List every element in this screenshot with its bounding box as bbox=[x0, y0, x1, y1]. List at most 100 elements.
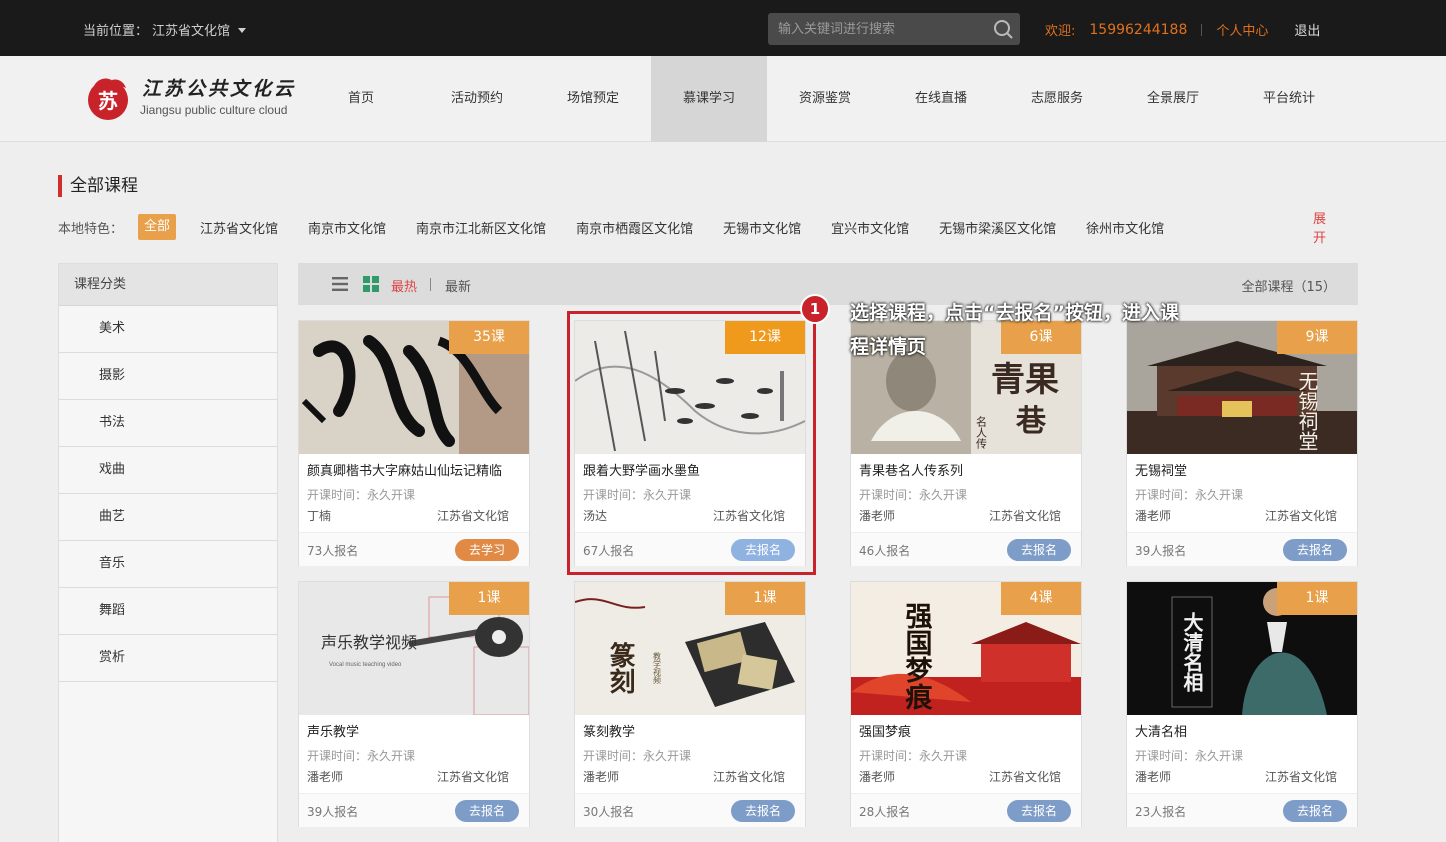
nav-item-home[interactable]: 首页 bbox=[303, 56, 419, 142]
nav-item-panorama[interactable]: 全景展厅 bbox=[1115, 56, 1231, 142]
course-title[interactable]: 青果巷名人传系列 bbox=[859, 460, 1075, 479]
card-footer: 30人报名 去报名 bbox=[575, 793, 805, 827]
location-selector[interactable]: 当前位置： 江苏省文化馆 bbox=[83, 20, 247, 39]
svg-text:大清名相: 大清名相 bbox=[1180, 612, 1204, 693]
user-phone: 15996244188 bbox=[1089, 21, 1188, 38]
course-title[interactable]: 篆刻教学 bbox=[583, 721, 799, 740]
enroll-button[interactable]: 去报名 bbox=[731, 800, 795, 822]
course-time: 开课时间：永久开课 bbox=[307, 488, 416, 502]
course-thumbnail[interactable]: 强国梦痕 4课 bbox=[851, 582, 1081, 715]
course-title[interactable]: 颜真卿楷书大字麻姑山仙坛记精临 bbox=[307, 460, 523, 479]
course-teacher: 潘老师 bbox=[1135, 770, 1172, 784]
svg-text:教学视频: 教学视频 bbox=[653, 651, 662, 685]
personal-center-link[interactable]: 个人中心 bbox=[1216, 20, 1268, 39]
search-icon[interactable] bbox=[992, 18, 1014, 40]
course-card[interactable]: 35课 颜真卿楷书大字麻姑山仙坛记精临 开课时间：永久开课 丁楠 江苏省文化馆 … bbox=[298, 320, 530, 566]
enroll-button[interactable]: 去报名 bbox=[455, 800, 519, 822]
enroll-button[interactable]: 去报名 bbox=[1007, 539, 1071, 561]
course-venue: 江苏省文化馆 bbox=[712, 770, 785, 784]
course-title[interactable]: 大清名相 bbox=[1135, 721, 1351, 740]
nav-item-live[interactable]: 在线直播 bbox=[883, 56, 999, 142]
course-time: 开课时间：永久开课 bbox=[859, 488, 968, 502]
svg-text:Vocal music teaching video: Vocal music teaching video bbox=[329, 662, 402, 668]
filter-option[interactable]: 无锡市文化馆 bbox=[723, 218, 801, 237]
sidebar-item-appreciation[interactable]: 赏析 bbox=[59, 635, 277, 682]
course-title[interactable]: 强国梦痕 bbox=[859, 721, 1075, 740]
course-thumbnail[interactable]: 声乐教学视频 Vocal music teaching video 1课 bbox=[299, 582, 529, 715]
course-time: 开课时间：永久开课 bbox=[1135, 488, 1244, 502]
search-input[interactable] bbox=[778, 19, 978, 39]
sort-new[interactable]: 最新 bbox=[445, 276, 471, 295]
filter-option[interactable]: 宜兴市文化馆 bbox=[831, 218, 909, 237]
course-card[interactable]: 强国梦痕 4课 强国梦痕 开课时间：永久开课 潘老师 江苏省文化馆 28人报名 … bbox=[850, 581, 1082, 827]
nav-item-venue[interactable]: 场馆预定 bbox=[535, 56, 651, 142]
course-card[interactable]: 声乐教学视频 Vocal music teaching video 1课 声乐教… bbox=[298, 581, 530, 827]
enroll-button[interactable]: 去报名 bbox=[1007, 800, 1071, 822]
svg-text:巷: 巷 bbox=[1015, 404, 1047, 439]
card-footer: 46人报名 去报名 bbox=[851, 532, 1081, 566]
nav-item-volunteer[interactable]: 志愿服务 bbox=[999, 56, 1115, 142]
enroll-count: 28人报名 bbox=[859, 805, 911, 819]
sidebar-item-art[interactable]: 美术 bbox=[59, 306, 277, 353]
course-card[interactable]: 篆刻 教学视频 1课 篆刻教学 开课时间：永久开课 潘老师 江苏省文化馆 30人… bbox=[574, 581, 806, 827]
course-card[interactable]: 大清名相 1课 大清名相 开课时间：永久开课 潘老师 江苏省文化馆 23人报名 … bbox=[1126, 581, 1358, 827]
location-label: 当前位置： bbox=[83, 24, 149, 39]
filter-option[interactable]: 南京市文化馆 bbox=[308, 218, 386, 237]
sidebar-item-photo[interactable]: 摄影 bbox=[59, 353, 277, 400]
nav-item-activity[interactable]: 活动预约 bbox=[419, 56, 535, 142]
card-footer: 39人报名 去报名 bbox=[299, 793, 529, 827]
main-header: 苏 江苏公共文化云 Jiangsu public culture cloud 首… bbox=[0, 56, 1446, 142]
logout-link[interactable]: 退出 bbox=[1294, 20, 1320, 39]
enroll-count: 23人报名 bbox=[1135, 805, 1187, 819]
course-title[interactable]: 无锡祠堂 bbox=[1135, 460, 1351, 479]
sidebar-item-calligraphy[interactable]: 书法 bbox=[59, 400, 277, 447]
filter-option[interactable]: 南京市江北新区文化馆 bbox=[416, 218, 546, 237]
lesson-count-badge: 1课 bbox=[449, 582, 529, 615]
search-box bbox=[768, 13, 1020, 45]
sidebar-item-quyi[interactable]: 曲艺 bbox=[59, 494, 277, 541]
site-logo[interactable]: 苏 江苏公共文化云 Jiangsu public culture cloud bbox=[82, 72, 302, 128]
nav-item-resources[interactable]: 资源鉴赏 bbox=[767, 56, 883, 142]
course-thumbnail[interactable]: 35课 bbox=[299, 321, 529, 454]
svg-text:无锡祠堂: 无锡祠堂 bbox=[1295, 371, 1319, 451]
course-venue: 江苏省文化馆 bbox=[988, 509, 1061, 523]
study-button[interactable]: 去学习 bbox=[455, 539, 519, 561]
step-number-badge: 1 bbox=[800, 294, 830, 324]
sort-hot[interactable]: 最热 bbox=[391, 276, 417, 295]
sidebar-item-dance[interactable]: 舞蹈 bbox=[59, 588, 277, 635]
enroll-count: 46人报名 bbox=[859, 544, 911, 558]
filter-option[interactable]: 南京市栖霞区文化馆 bbox=[576, 218, 693, 237]
course-teacher: 潘老师 bbox=[583, 770, 620, 784]
course-venue: 江苏省文化馆 bbox=[988, 770, 1061, 784]
grid-view-icon[interactable] bbox=[363, 276, 379, 292]
lesson-count-badge: 4课 bbox=[1001, 582, 1081, 615]
course-total: 全部课程（15） bbox=[1241, 280, 1336, 295]
sidebar-item-opera[interactable]: 戏曲 bbox=[59, 447, 277, 494]
filter-option[interactable]: 江苏省文化馆 bbox=[200, 218, 278, 237]
course-thumbnail[interactable]: 大清名相 1课 bbox=[1127, 582, 1357, 715]
filter-option[interactable]: 无锡市梁溪区文化馆 bbox=[939, 218, 1056, 237]
card-footer: 28人报名 去报名 bbox=[851, 793, 1081, 827]
course-toolbar: 最热 最新 全部课程（15） bbox=[298, 263, 1358, 305]
location-value: 江苏省文化馆 bbox=[152, 24, 231, 39]
nav-item-stats[interactable]: 平台统计 bbox=[1231, 56, 1347, 142]
list-view-icon[interactable] bbox=[332, 277, 348, 291]
filter-option[interactable]: 徐州市文化馆 bbox=[1086, 218, 1164, 237]
step-instruction: 选择课程，点击“去报名”按钮，进入课程详情页 bbox=[850, 302, 1179, 358]
enroll-button[interactable]: 去报名 bbox=[1283, 800, 1347, 822]
lesson-count-badge: 1课 bbox=[1277, 582, 1357, 615]
chevron-down-icon bbox=[238, 28, 247, 33]
course-teacher: 潘老师 bbox=[1135, 509, 1172, 523]
course-venue: 江苏省文化馆 bbox=[436, 770, 509, 784]
filter-all[interactable]: 全部 bbox=[138, 214, 177, 240]
course-thumbnail[interactable]: 篆刻 教学视频 1课 bbox=[575, 582, 805, 715]
welcome-text: 欢迎: bbox=[1045, 24, 1076, 39]
logo-title-cn: 江苏公共文化云 bbox=[142, 78, 297, 100]
course-time: 开课时间：永久开课 bbox=[1135, 749, 1244, 763]
filter-expand[interactable]: 展开 bbox=[1313, 208, 1326, 246]
enroll-button[interactable]: 去报名 bbox=[1283, 539, 1347, 561]
sidebar-item-music[interactable]: 音乐 bbox=[59, 541, 277, 588]
nav-item-mooc[interactable]: 慕课学习 bbox=[651, 56, 767, 142]
course-teacher: 潘老师 bbox=[307, 770, 344, 784]
course-title[interactable]: 声乐教学 bbox=[307, 721, 523, 740]
